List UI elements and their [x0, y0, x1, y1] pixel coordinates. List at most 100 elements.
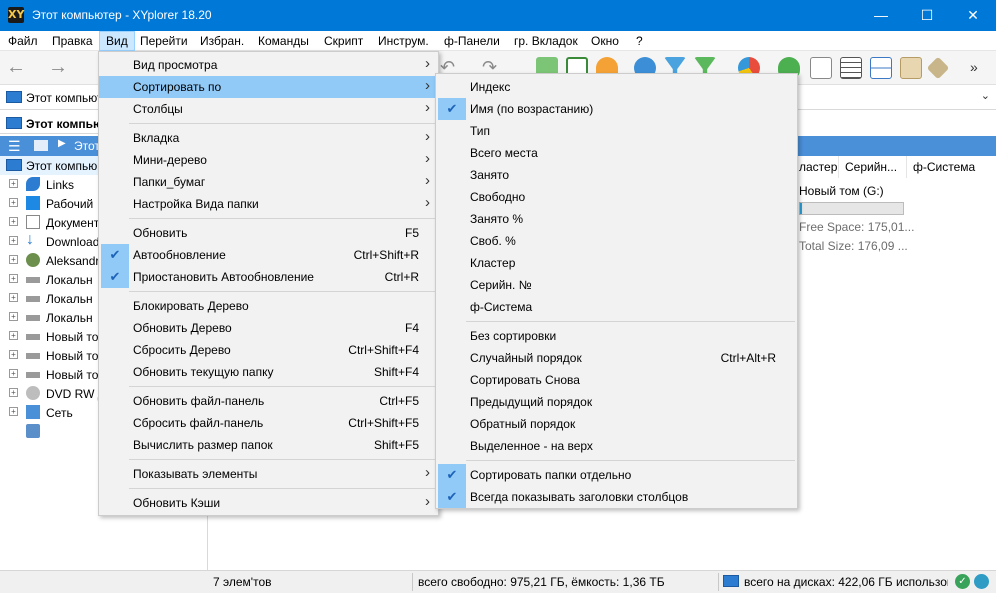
- recycle-bin-icon[interactable]: [26, 424, 40, 438]
- view-menu-item[interactable]: Вид просмотра ›: [99, 54, 438, 76]
- menu-panels[interactable]: ф-Панели: [438, 31, 506, 51]
- expand-icon[interactable]: +: [9, 274, 18, 283]
- sort-menu-item[interactable]: ✔ Всегда показывать заголовки столбцов: [436, 486, 797, 508]
- sort-menu-item[interactable]: Без сортировки: [436, 325, 797, 347]
- menu-go[interactable]: Перейти: [134, 31, 194, 51]
- view-menu-item[interactable]: Сбросить файл-панель Ctrl+Shift+F5: [99, 412, 438, 434]
- column-filesystem[interactable]: ф-Система: [907, 156, 996, 178]
- view-menu-item[interactable]: Обновить Кэши ›: [99, 492, 438, 514]
- view-menu-item[interactable]: Папки_бумаг ›: [99, 171, 438, 193]
- view-menu-item[interactable]: Обновить F5: [99, 222, 438, 244]
- view-menu-item[interactable]: Настройка Вида папки ›: [99, 193, 438, 215]
- hamburger-icon[interactable]: ☰: [8, 138, 21, 155]
- menu-view[interactable]: Вид: [99, 31, 135, 51]
- minimize-button[interactable]: —: [858, 0, 904, 31]
- view-menu-item[interactable]: Вкладка ›: [99, 127, 438, 149]
- check-status-icon[interactable]: ✓: [955, 574, 970, 589]
- view-menu-item[interactable]: Обновить текущую папку Shift+F4: [99, 361, 438, 383]
- list-view-icon[interactable]: [840, 57, 862, 79]
- expand-icon[interactable]: +: [9, 388, 18, 397]
- menu-item-shortcut: Ctrl+Shift+F4: [348, 343, 419, 357]
- computer-icon: [6, 91, 22, 103]
- computer-icon: [34, 140, 48, 151]
- expand-icon[interactable]: +: [9, 198, 18, 207]
- sort-menu-item[interactable]: Выделенное - на верх: [436, 435, 797, 457]
- expand-icon[interactable]: +: [9, 236, 18, 245]
- sort-menu-item[interactable]: Своб. %: [436, 230, 797, 252]
- close-button[interactable]: ✕: [950, 0, 996, 31]
- sort-menu-item[interactable]: Обратный порядок: [436, 413, 797, 435]
- sync-icon[interactable]: [974, 574, 989, 589]
- menu-bar: Файл Правка Вид Перейти Избран. Команды …: [0, 31, 996, 51]
- expand-icon[interactable]: +: [9, 350, 18, 359]
- tab-label[interactable]: Этот: [74, 139, 100, 153]
- expand-icon[interactable]: +: [9, 407, 18, 416]
- expand-icon[interactable]: +: [9, 312, 18, 321]
- menu-file[interactable]: Файл: [2, 31, 44, 51]
- desktop-icon: [26, 196, 40, 210]
- menu-help[interactable]: ?: [630, 31, 649, 51]
- drive-usage-bar: [799, 202, 904, 215]
- menu-script[interactable]: Скрипт: [318, 31, 369, 51]
- sort-menu-item[interactable]: Всего места: [436, 142, 797, 164]
- sort-menu-item[interactable]: Серийн. №: [436, 274, 797, 296]
- sort-menu-item[interactable]: Случайный порядок Ctrl+Alt+R: [436, 347, 797, 369]
- properties-icon[interactable]: [926, 56, 950, 80]
- chevron-down-icon[interactable]: ⌄: [981, 89, 990, 102]
- forward-arrow-icon[interactable]: →: [48, 57, 70, 79]
- menu-tab-groups[interactable]: гр. Вкладок: [508, 31, 584, 51]
- horizontal-split-icon[interactable]: [870, 57, 892, 79]
- menu-tools[interactable]: Инструм.: [372, 31, 435, 51]
- sort-menu-item[interactable]: ✔ Сортировать папки отдельно: [436, 464, 797, 486]
- menu-item-label: Вид просмотра: [133, 58, 218, 72]
- maximize-button[interactable]: ☐: [904, 0, 950, 31]
- app-icon: XY: [8, 7, 25, 23]
- view-menu-item[interactable]: Обновить файл-панель Ctrl+F5: [99, 390, 438, 412]
- view-menu-item[interactable]: ✔ Приостановить Автообновление Ctrl+R: [99, 266, 438, 288]
- sort-menu-item[interactable]: Индекс: [436, 76, 797, 98]
- chevron-right-icon: ›: [425, 55, 430, 72]
- menu-commands[interactable]: Команды: [252, 31, 315, 51]
- menu-window[interactable]: Окно: [585, 31, 625, 51]
- column-cluster[interactable]: ластер: [793, 156, 839, 178]
- chevron-right-icon: ›: [425, 194, 430, 211]
- toolbar-overflow-icon[interactable]: »: [970, 57, 992, 79]
- view-menu-item[interactable]: Сбросить Дерево Ctrl+Shift+F4: [99, 339, 438, 361]
- sort-menu-item[interactable]: Занято %: [436, 208, 797, 230]
- expand-icon[interactable]: +: [9, 293, 18, 302]
- address-input[interactable]: Этот компьют: [26, 91, 103, 105]
- drive-tile[interactable]: Новый том (G:) Free Space: 175,01... Tot…: [799, 184, 979, 253]
- preview-icon[interactable]: [900, 57, 922, 79]
- tree-item-label: Новый то: [46, 349, 99, 363]
- menu-item-label: Автообновление: [133, 248, 226, 262]
- sort-menu-item[interactable]: Тип: [436, 120, 797, 142]
- view-menu-item[interactable]: Обновить Дерево F4: [99, 317, 438, 339]
- drive-icon: [26, 334, 40, 340]
- expand-icon[interactable]: +: [9, 179, 18, 188]
- view-menu-item[interactable]: ✔ Автообновление Ctrl+Shift+R: [99, 244, 438, 266]
- expand-icon[interactable]: +: [9, 255, 18, 264]
- back-arrow-icon[interactable]: ←: [6, 57, 28, 79]
- sort-menu-item[interactable]: Сортировать Снова: [436, 369, 797, 391]
- menu-separator: [466, 321, 795, 322]
- column-serial[interactable]: Серийн...: [839, 156, 907, 178]
- sort-menu-item[interactable]: Занято: [436, 164, 797, 186]
- sort-menu-item[interactable]: ф-Система: [436, 296, 797, 318]
- sort-menu-item[interactable]: Предыдущий порядок: [436, 391, 797, 413]
- sort-menu-item[interactable]: ✔ Имя (по возрастанию): [436, 98, 797, 120]
- view-menu-item[interactable]: Столбцы ›: [99, 98, 438, 120]
- sort-menu-item[interactable]: Кластер: [436, 252, 797, 274]
- expand-icon[interactable]: +: [9, 331, 18, 340]
- menu-favorites[interactable]: Избран.: [194, 31, 250, 51]
- expand-icon[interactable]: +: [9, 217, 18, 226]
- view-menu-item[interactable]: Блокировать Дерево: [99, 295, 438, 317]
- view-menu-item[interactable]: Мини-дерево ›: [99, 149, 438, 171]
- view-menu-item[interactable]: Сортировать по ›: [99, 76, 438, 98]
- menu-edit[interactable]: Правка: [46, 31, 99, 51]
- view-menu-item[interactable]: Показывать элементы ›: [99, 463, 438, 485]
- dual-pane-icon[interactable]: [810, 57, 832, 79]
- expand-icon[interactable]: +: [9, 369, 18, 378]
- view-menu-item[interactable]: Вычислить размер папок Shift+F5: [99, 434, 438, 456]
- sort-menu-item[interactable]: Свободно: [436, 186, 797, 208]
- menu-item-shortcut: Ctrl+Shift+R: [353, 248, 419, 262]
